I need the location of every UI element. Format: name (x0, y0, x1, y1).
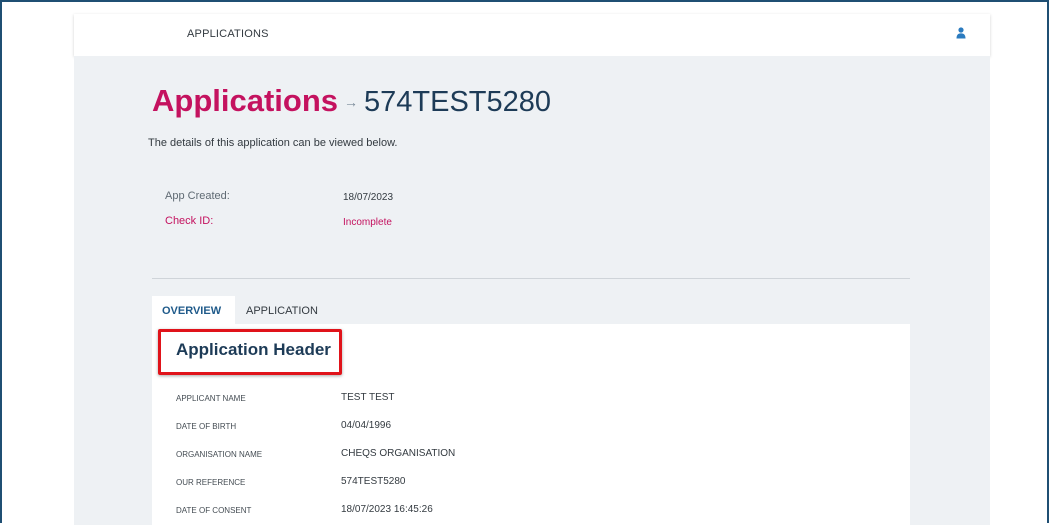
tab-overview[interactable]: OVERVIEW (152, 296, 235, 324)
field-value: 574TEST5280 (341, 476, 406, 487)
field-value: TEST TEST (341, 392, 395, 403)
user-icon[interactable] (956, 26, 966, 40)
arrow-right-icon: → (344, 94, 359, 110)
field-label: DATE OF BIRTH (176, 422, 237, 431)
section-title: Application Header (176, 340, 331, 359)
field-value: 04/04/1996 (341, 420, 392, 431)
tab-application[interactable]: APPLICATION (236, 296, 330, 324)
field-label: APPLICANT NAME (176, 394, 246, 403)
application-reference: 574TEST5280 (364, 86, 552, 118)
page-title: Applications → 574TEST5280 (152, 83, 551, 119)
field-label: DATE OF CONSENT (176, 506, 252, 515)
section-divider (152, 278, 910, 279)
field-value: 18/07/2023 16:45:26 (341, 504, 433, 515)
field-label: OUR REFERENCE (176, 478, 246, 487)
app-window: APPLICATIONS Applications → 574TEST5280 Th… (0, 0, 1049, 525)
overview-panel: Application Header APPLICANT NAME TEST T… (152, 324, 910, 525)
breadcrumb-applications[interactable]: Applications (152, 83, 338, 118)
app-created-value: 18/07/2023 (343, 192, 394, 203)
field-value: CHEQS ORGANISATION (341, 448, 456, 459)
main-content: Applications → 574TEST5280 The details of … (74, 56, 990, 525)
top-navigation-bar: APPLICATIONS (74, 14, 990, 56)
page-description: The details of this application can be v… (148, 137, 398, 149)
app-created-label: App Created: (165, 190, 230, 202)
nav-applications-link[interactable]: APPLICATIONS (187, 28, 269, 40)
check-id-status: Incomplete (343, 217, 392, 228)
check-id-label: Check ID: (165, 215, 214, 227)
field-label: ORGANISATION NAME (176, 450, 263, 459)
